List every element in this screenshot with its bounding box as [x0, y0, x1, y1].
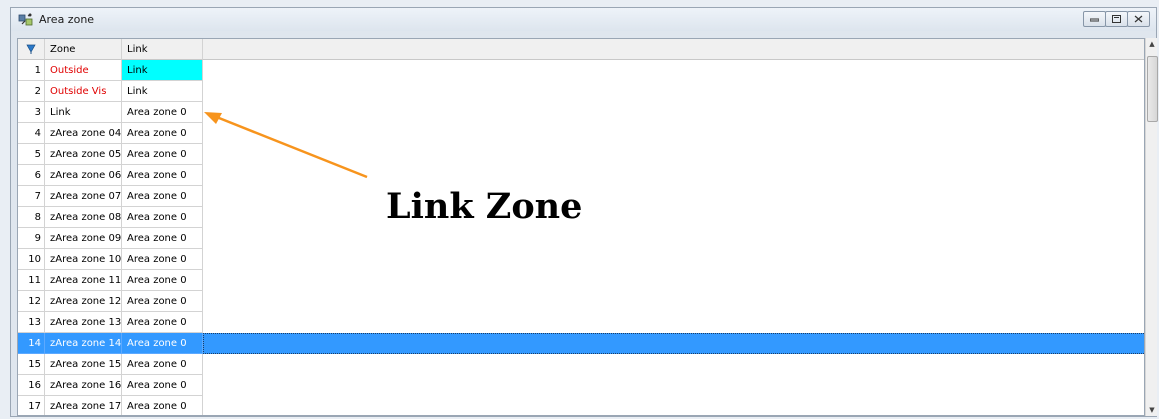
- annotation-label: Link Zone: [386, 186, 583, 227]
